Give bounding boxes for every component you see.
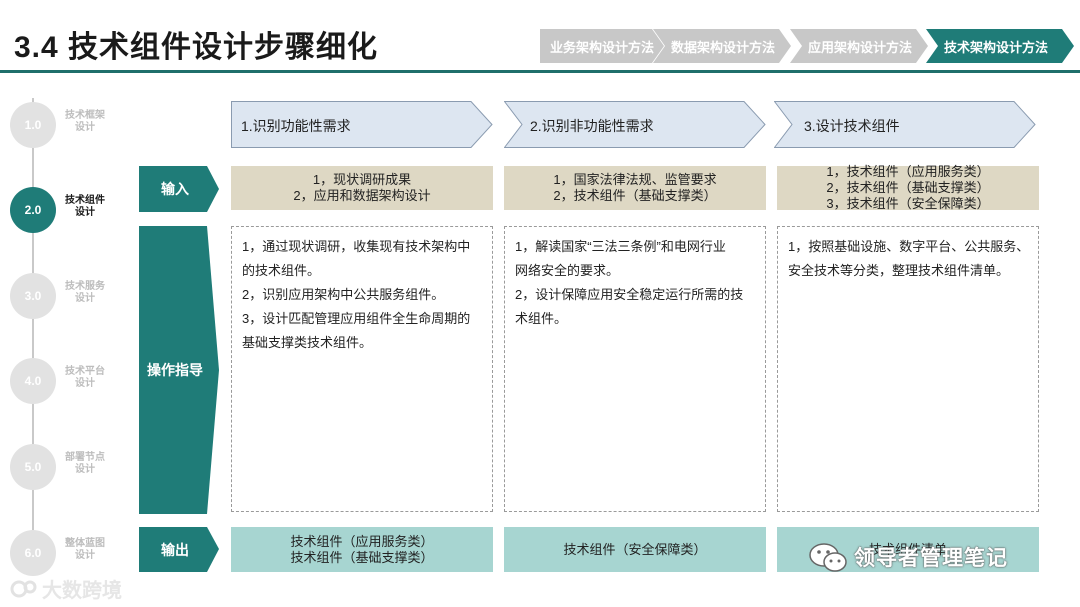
input-line: 1，现状调研成果	[312, 172, 412, 187]
step-label: 部署节点 设计	[60, 452, 110, 476]
step-label-line1: 技术服务	[65, 281, 105, 292]
step-label-line2: 设计	[75, 464, 95, 475]
timeline-step-6[interactable]: 6.0 整体蓝图 设计	[10, 530, 160, 576]
timeline-step-3[interactable]: 3.0 技术服务 设计	[10, 273, 160, 319]
watermark-left-text: 大数跨境	[42, 580, 122, 602]
output-line: 技术组件（安全保障类）	[563, 541, 707, 557]
nav-item-label: 数据架构设计方法	[671, 39, 776, 55]
row-label-text: 输出	[161, 541, 189, 558]
step-number-circle: 3.0	[10, 273, 56, 319]
guide-box-1: 1，通过现状调研，收集现有技术架构中 的技术组件。 2，识别应用架构中公共服务组…	[231, 226, 493, 512]
step-label: 技术平台 设计	[60, 366, 110, 390]
nav-item-technology-architecture[interactable]: 技术架构设计方法	[926, 29, 1075, 63]
step-label-line1: 技术平台	[65, 366, 105, 377]
page-title: 3.4 技术组件设计步骤细化	[14, 31, 379, 64]
input-line: 2，应用和数据架构设计	[293, 188, 431, 203]
input-line: 2，技术组件（基础支撑类）	[826, 180, 990, 195]
input-box-3: 1，技术组件（应用服务类） 2，技术组件（基础支撑类） 3，技术组件（安全保障类…	[777, 164, 1039, 211]
input-line: 1，国家法律法规、监管要求	[553, 172, 717, 187]
guide-line: 安全技术等分类，整理技术组件清单。	[788, 263, 1010, 278]
step-header-text: 2.识别非功能性需求	[530, 118, 654, 134]
input-line: 1，技术组件（应用服务类）	[826, 164, 990, 179]
row-label-text: 输入	[161, 181, 189, 197]
step-number-circle: 6.0	[10, 530, 56, 576]
step-label-line1: 技术组件	[65, 195, 105, 206]
wechat-icon	[809, 543, 847, 572]
step-number-circle: 4.0	[10, 358, 56, 404]
output-line: 技术组件（基础支撑类）	[290, 549, 434, 565]
step-label-line1: 技术框架	[65, 110, 105, 121]
step-header-text: 1.识别功能性需求	[241, 118, 351, 134]
row-label-input: 输入	[139, 166, 219, 212]
input-box-2: 1，国家法律法规、监管要求 2，技术组件（基础支撑类）	[504, 166, 766, 210]
guide-line: 术组件。	[515, 311, 568, 326]
watermark-right: 领导者管理笔记	[808, 541, 1008, 573]
nav-item-application-architecture[interactable]: 应用架构设计方法	[790, 29, 928, 63]
step-number-circle: 1.0	[10, 102, 56, 148]
input-line: 3，技术组件（安全保障类）	[826, 196, 990, 211]
guide-line: 基础支撑类技术组件。	[242, 335, 373, 350]
row-label-guide: 操作指导	[139, 226, 219, 514]
row-label-text: 操作指导	[147, 362, 203, 378]
output-line: 技术组件（应用服务类）	[290, 533, 434, 549]
step-label: 技术组件 设计	[60, 195, 110, 219]
step-header-2: 2.识别非功能性需求	[504, 101, 766, 148]
step-header-1: 1.识别功能性需求	[231, 101, 493, 148]
guide-box-3: 1，按照基础设施、数字平台、公共服务、 安全技术等分类，整理技术组件清单。	[777, 226, 1039, 512]
step-label-line1: 整体蓝图	[65, 538, 105, 549]
watermark-right-text: 领导者管理笔记	[854, 547, 1008, 570]
step-header-text: 3.设计技术组件	[804, 118, 900, 134]
guide-line: 的技术组件。	[242, 263, 321, 278]
timeline-step-2[interactable]: 2.0 技术组件 设计	[10, 187, 160, 233]
step-label-line2: 设计	[75, 550, 95, 561]
input-line: 2，技术组件（基础支撑类）	[553, 188, 717, 203]
nav-item-data-architecture[interactable]: 数据架构设计方法	[653, 29, 791, 63]
output-box-1: 技术组件（应用服务类） 技术组件（基础支撑类）	[231, 527, 493, 572]
guide-line: 3，设计匹配管理应用组件全生命周期的	[242, 311, 471, 326]
step-label-line2: 设计	[75, 293, 95, 304]
guide-line: 2，识别应用架构中公共服务组件。	[242, 287, 445, 302]
step-label-line1: 部署节点	[65, 452, 105, 463]
step-label-line2: 设计	[75, 122, 95, 133]
guide-line: 1，按照基础设施、数字平台、公共服务、	[788, 239, 1030, 254]
title-divider	[0, 70, 1080, 73]
nav-item-business-architecture[interactable]: 业务架构设计方法	[540, 29, 664, 63]
guide-line: 1，解读国家“三法三条例”和电网行业	[515, 239, 726, 254]
timeline-step-5[interactable]: 5.0 部署节点 设计	[10, 444, 160, 490]
step-number-circle: 2.0	[10, 187, 56, 233]
watermark-left: 大数跨境	[10, 574, 122, 603]
method-nav: 业务架构设计方法 数据架构设计方法 应用架构设计方法 技术架构设计方法	[540, 29, 1075, 63]
nav-item-label: 业务架构设计方法	[550, 39, 655, 55]
guide-line: 2，设计保障应用安全稳定运行所需的技	[515, 287, 744, 302]
input-box-1: 1，现状调研成果 2，应用和数据架构设计	[231, 166, 493, 210]
timeline-step-4[interactable]: 4.0 技术平台 设计	[10, 358, 160, 404]
nav-item-label: 应用架构设计方法	[808, 39, 913, 55]
step-header-3: 3.设计技术组件	[774, 101, 1036, 148]
step-label-line2: 设计	[75, 207, 95, 218]
watermark-logo-icon	[10, 580, 37, 597]
timeline-line	[32, 98, 34, 576]
step-label: 技术服务 设计	[60, 281, 110, 305]
step-number-circle: 5.0	[10, 444, 56, 490]
row-label-output: 输出	[139, 527, 219, 572]
step-label: 整体蓝图 设计	[60, 538, 110, 562]
output-box-2: 技术组件（安全保障类）	[504, 527, 766, 572]
nav-item-label: 技术架构设计方法	[944, 39, 1049, 55]
guide-line: 网络安全的要求。	[515, 263, 620, 278]
guide-box-2: 1，解读国家“三法三条例”和电网行业 网络安全的要求。 2，设计保障应用安全稳定…	[504, 226, 766, 512]
guide-line: 1，通过现状调研，收集现有技术架构中	[242, 239, 471, 254]
step-label: 技术框架 设计	[60, 110, 110, 134]
step-label-line2: 设计	[75, 378, 95, 389]
timeline-step-1[interactable]: 1.0 技术框架 设计	[10, 102, 160, 148]
